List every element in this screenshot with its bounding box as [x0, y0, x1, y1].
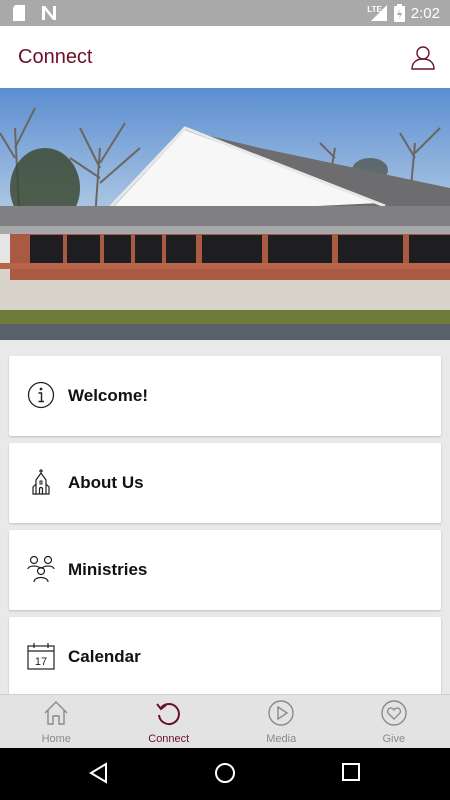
app-bar: Connect: [0, 26, 450, 88]
battery-icon: [393, 4, 405, 22]
nav-connect[interactable]: Connect: [113, 695, 226, 748]
nav-home[interactable]: Home: [0, 695, 113, 748]
church-building-photo: [0, 88, 450, 340]
play-icon: [268, 700, 294, 726]
menu-item-label: Calendar: [68, 647, 141, 666]
menu-item-label: About Us: [68, 473, 144, 492]
nav-label: Home: [41, 733, 71, 745]
home-icon: [44, 701, 68, 725]
menu-item-calendar[interactable]: 17 Calendar: [9, 617, 441, 694]
menu-list: Welcome! About Us Ministries 17 Calendar: [0, 340, 450, 694]
menu-item-about-us[interactable]: About Us: [9, 443, 441, 523]
info-icon: [27, 381, 55, 409]
heart-icon: [381, 700, 407, 726]
n-notification-icon: [42, 6, 56, 20]
people-group-icon: [27, 555, 55, 583]
bottom-nav: Home Connect Media Give: [0, 694, 450, 748]
system-nav-bar: [0, 748, 450, 800]
church-icon: [32, 469, 50, 495]
menu-item-label: Ministries: [68, 560, 148, 579]
nav-label: Media: [266, 733, 297, 745]
nav-media[interactable]: Media: [225, 695, 338, 748]
signal-icon: [370, 5, 387, 21]
page-title: Connect: [18, 46, 93, 68]
home-circle-icon[interactable]: [214, 762, 236, 784]
menu-item-welcome[interactable]: Welcome!: [9, 356, 441, 436]
status-bar: LTE 2:02: [0, 0, 450, 26]
calendar-icon: 17: [27, 643, 55, 670]
calendar-day: 17: [35, 656, 47, 668]
nav-give[interactable]: Give: [338, 695, 450, 748]
sd-card-icon: [13, 5, 25, 21]
user-icon[interactable]: [410, 45, 436, 71]
connect-icon: [155, 703, 180, 726]
menu-item-ministries[interactable]: Ministries: [9, 530, 441, 610]
menu-item-label: Welcome!: [68, 386, 148, 405]
nav-label: Give: [382, 733, 406, 745]
nav-label: Connect: [148, 733, 190, 745]
clock: 2:02: [410, 4, 440, 22]
recents-icon[interactable]: [341, 762, 361, 782]
back-icon[interactable]: [88, 762, 110, 784]
